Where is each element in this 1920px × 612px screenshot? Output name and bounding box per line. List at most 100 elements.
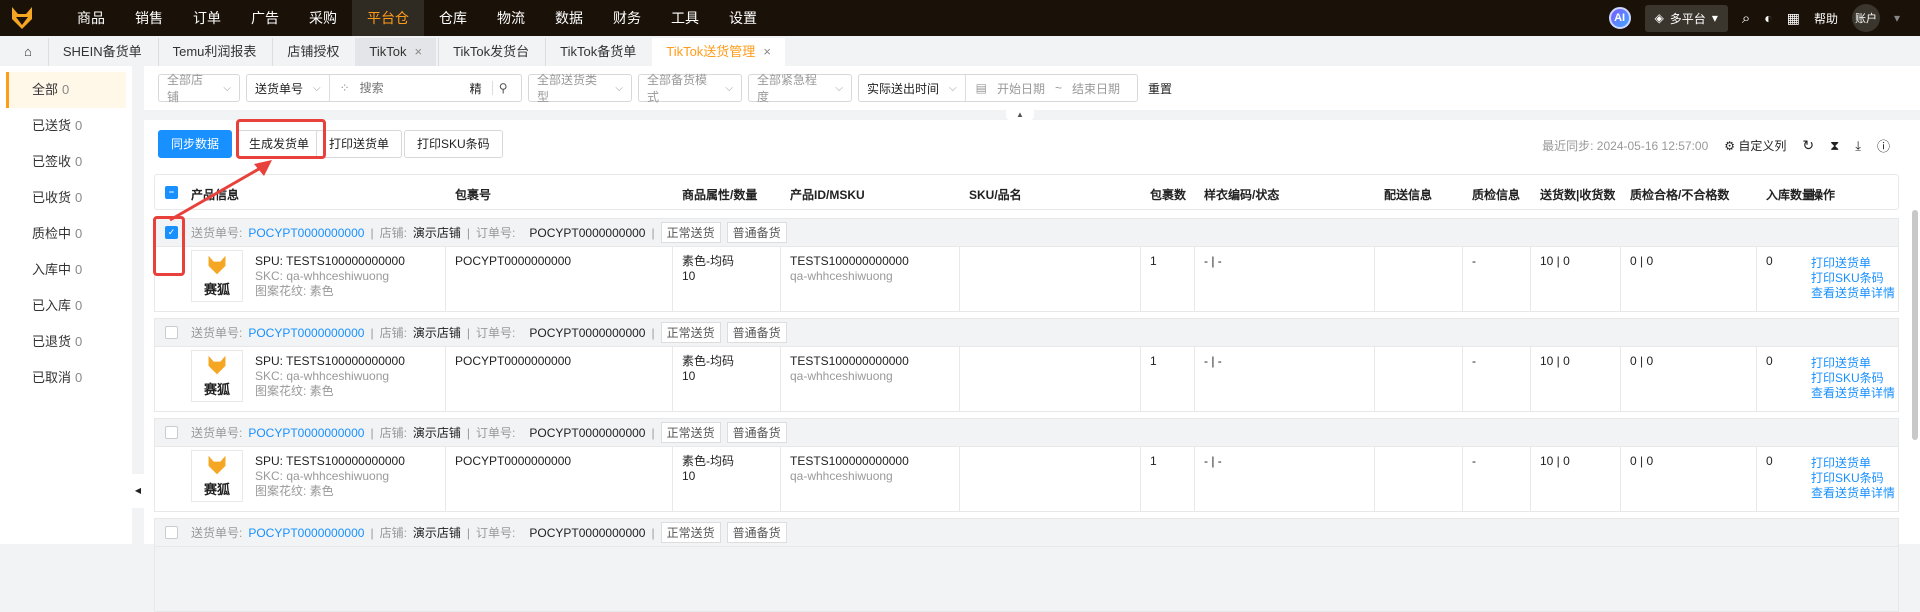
reset-button[interactable]: 重置 [1148,80,1172,97]
sidebar-item-count: 0 [75,190,83,205]
urgency-select[interactable]: 全部紧急程度 ⌵ [748,73,852,104]
column-divider [1374,247,1375,311]
page-tabs: ⌂ SHEIN备货单 Temu利润报表 店铺授权 TikTok × TikTok发货台 Ti… [0,36,1920,66]
action-link[interactable]: 打印SKU条码 [1811,271,1895,286]
apps-grid-icon[interactable]: ▦ [1787,10,1800,27]
tab[interactable]: TikTok × [355,38,437,66]
sidebar-item[interactable]: 已退货 0 [6,324,126,360]
nav-item[interactable]: 采购 [294,0,352,36]
column-divider [780,247,781,311]
start-date-input[interactable]: 开始日期 [997,80,1045,97]
stock-mode-select[interactable]: 全部备货模式 ⌵ [638,73,742,104]
action-link[interactable]: 查看送货单详情 [1811,486,1895,501]
search-input[interactable] [359,81,460,95]
sidebar-item[interactable]: 已取消 0 [6,360,126,396]
nav-item[interactable]: 商品 [62,0,120,36]
column-divider [1194,447,1195,511]
nav-item[interactable]: 广告 [236,0,294,36]
delivery-number-link[interactable]: POCYPT0000000000 [248,526,364,540]
skc-text: SKC: qa-whhceshiwuong [255,469,390,483]
ai-assistant-button[interactable]: AI [1608,7,1631,29]
column-divider [1462,347,1463,411]
action-link[interactable]: 打印SKU条码 [1811,371,1895,386]
sidebar-item[interactable]: 已送货 0 [6,108,126,144]
sidebar-item-label: 已送货 [32,118,72,133]
sidebar-item[interactable]: 已收货 0 [6,180,126,216]
tab[interactable]: TikTok备货单 [545,38,650,66]
nav-item[interactable]: 物流 [482,0,540,36]
action-link[interactable]: 打印送货单 [1811,456,1895,471]
account-avatar[interactable]: 账户 [1851,4,1880,32]
tab[interactable]: SHEIN备货单 [47,38,156,66]
tag-badge: 正常送货 [660,322,721,343]
caret-down-icon[interactable]: ▾ [1894,11,1900,25]
help-icon[interactable]: ⓘ [1877,136,1890,155]
store-label: 店铺: [379,326,407,340]
batch-icon[interactable]: ⁘ [340,81,350,95]
product-thumbnail: 赛狐 [191,350,243,402]
tab[interactable]: Temu利润报表 [157,38,271,66]
nav-item[interactable]: 销售 [120,0,178,36]
tab[interactable]: 店铺授权 [272,38,353,66]
home-icon[interactable]: ⌂ [10,38,46,66]
refresh-icon[interactable]: ↻ [1802,137,1814,154]
action-link[interactable]: 打印送货单 [1811,356,1895,371]
nav-item[interactable]: 平台仓 [352,0,424,36]
help-link[interactable]: 帮助 [1814,10,1838,27]
row-checkbox[interactable] [165,426,178,439]
sidebar-item[interactable]: 全部 0 [6,72,126,108]
tab[interactable]: TikTok发货台 [438,38,543,66]
end-date-input[interactable]: 结束日期 [1072,80,1120,97]
package-count: 1 [1150,254,1157,268]
order-label: 订单号: [476,326,516,340]
sidebar-item[interactable]: 已入库 0 [6,288,126,324]
sample-status: - | - [1204,454,1222,468]
collapse-filter-icon[interactable]: ▲ [1006,110,1034,120]
action-link[interactable]: 查看送货单详情 [1811,386,1895,401]
main-panel: 同步数据 生成发货单 打印送货单 打印SKU条码 最近同步: 2024-05-1… [144,119,1920,612]
custom-columns-button[interactable]: ⚙ 自定义列 [1724,137,1786,154]
close-icon[interactable]: × [414,44,422,59]
column-divider [959,347,960,411]
platform-switcher[interactable]: ◈ 多平台 ▾ [1644,4,1728,32]
row-checkbox[interactable] [165,526,178,539]
column-divider [1530,347,1531,411]
ship-type-select[interactable]: 全部送货类型 ⌵ [528,73,632,104]
close-icon[interactable]: × [763,44,771,59]
row-checkbox[interactable] [165,326,178,339]
delivery-number-link[interactable]: POCYPT0000000000 [248,326,364,340]
spu-text: SPU: TESTS100000000000 [255,354,405,368]
sidebar-item[interactable]: 已签收 0 [6,144,126,180]
download-icon[interactable]: ⤓ [1855,138,1861,154]
search-icon[interactable]: ⚲ [491,81,507,95]
collapse-sidebar-icon[interactable]: ◀ [132,474,144,508]
nav-item[interactable]: 仓库 [424,0,482,36]
nav-item[interactable]: 设置 [714,0,772,36]
action-link[interactable]: 打印送货单 [1811,256,1895,271]
time-type-select[interactable]: 实际送出时间 ⌵ [859,75,966,101]
nav-item[interactable]: 工具 [656,0,714,36]
exact-search-toggle[interactable]: 精 [470,80,482,97]
sidebar-item[interactable]: 质检中 0 [6,216,126,252]
sidebar-item[interactable]: 入库中 0 [6,252,126,288]
search-type-select[interactable]: 送货单号 ⌵ [247,75,330,101]
attribute: 素色-均码 [682,254,734,268]
headset-icon[interactable]: ◐ [1764,10,1772,26]
delivery-number-link[interactable]: POCYPT0000000000 [248,426,364,440]
search-icon[interactable]: ⌕ [1742,10,1750,27]
action-link[interactable]: 查看送货单详情 [1811,286,1895,301]
logo-icon[interactable] [4,0,40,36]
nav-item[interactable]: 数据 [540,0,598,36]
attribute-qty: 素色-均码 10 [682,254,734,284]
caret-down-icon: ▾ [1711,11,1718,25]
hourglass-icon[interactable]: ⧗ [1830,138,1839,154]
nav-item[interactable]: 财务 [598,0,656,36]
store-select[interactable]: 全部店铺 ⌵ [158,73,240,104]
tab[interactable]: TikTok送货管理 × [652,38,785,66]
print-sku-button[interactable]: 打印SKU条码 [404,130,503,158]
nav-item[interactable]: 订单 [178,0,236,36]
table-row: 送货单号: POCYPT0000000000 | 店铺: 演示店铺 | 订单号: POCYPT… [154,518,1899,612]
vertical-scrollbar[interactable] [1912,210,1918,440]
separator: | [651,525,655,540]
action-link[interactable]: 打印SKU条码 [1811,471,1895,486]
